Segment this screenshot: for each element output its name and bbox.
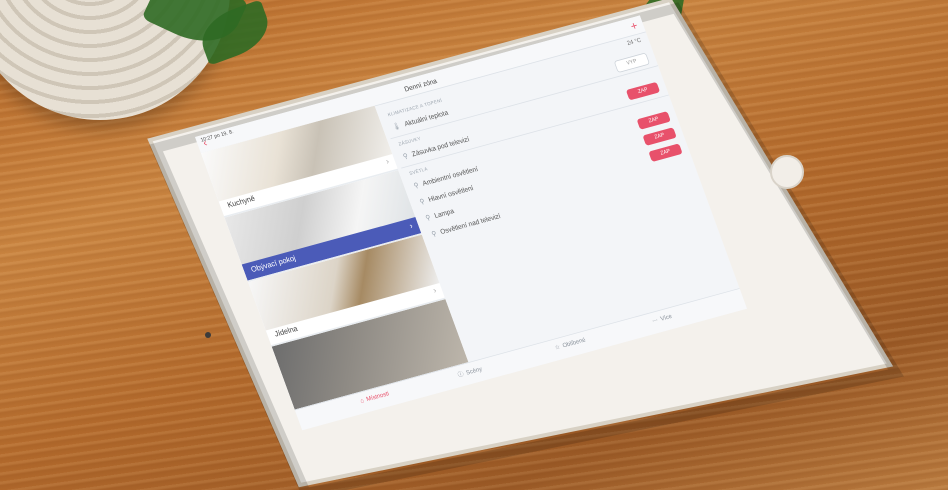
section-title-lights: SVĚTLA (408, 167, 429, 177)
tab-scenes[interactable]: ⓘScény (456, 365, 483, 380)
chevron-right-icon: › (431, 285, 438, 296)
device-label: Lampa (433, 206, 455, 220)
toggle-button-on[interactable]: ZAP (642, 127, 677, 146)
tab-label: Oblíbené (561, 336, 587, 349)
app-screen: 10:27 po 19. 8. ‹ Denní zóna + 24 °C Kuc… (195, 15, 747, 431)
chevron-right-icon: › (384, 156, 391, 167)
tab-rooms[interactable]: ⌂Místnosti (359, 390, 390, 404)
tab-label: Místnosti (365, 389, 390, 403)
tab-label: Více (659, 312, 673, 323)
more-icon: ⋯ (651, 316, 659, 325)
thermometer-icon: 🌡 (391, 121, 402, 132)
info-icon: ⓘ (456, 370, 465, 379)
tab-favorites[interactable]: ☆Oblíbené (554, 336, 587, 351)
pin-icon: ⚲ (424, 213, 432, 222)
pin-icon: ⚲ (412, 181, 420, 190)
toggle-button-on[interactable]: ZAP (636, 111, 671, 130)
section-divider (401, 94, 670, 169)
pin-icon: ⚲ (401, 151, 410, 161)
pin-icon: ⚲ (430, 229, 438, 239)
section-title-sockets: ZÁSUVKY (398, 136, 422, 148)
device-label: Hlavní osvětlení (427, 183, 475, 204)
star-icon: ☆ (553, 343, 562, 352)
tab-more[interactable]: ⋯Více (651, 313, 673, 325)
toggle-button-on[interactable]: ZAP (648, 143, 683, 162)
pin-icon: ⚲ (418, 197, 426, 206)
tab-label: Scény (465, 365, 483, 377)
home-icon: ⌂ (359, 396, 365, 405)
device-lamp[interactable]: ⚲Lampa (424, 207, 455, 223)
toggle-button-off[interactable]: VYP (613, 52, 651, 73)
